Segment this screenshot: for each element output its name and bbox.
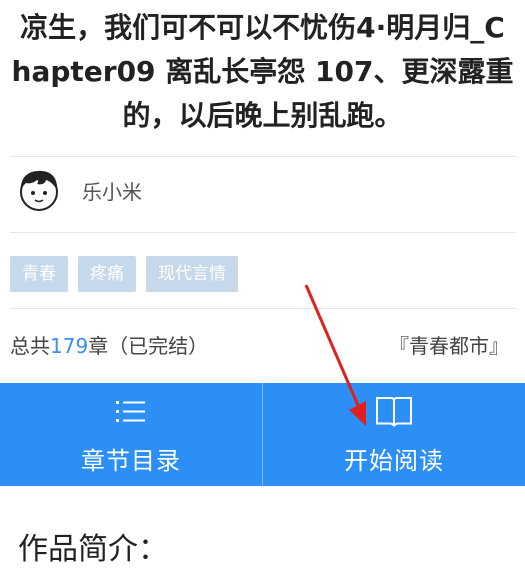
book-title-line-3: 的，以后晚上别乱跑。 bbox=[122, 99, 403, 132]
book-meta-row: 总共179章（已完结） 『青春都市』 bbox=[10, 330, 509, 370]
divider bbox=[10, 232, 515, 233]
boy-avatar-icon bbox=[20, 170, 58, 211]
tag-item[interactable]: 现代言情 bbox=[146, 256, 238, 292]
tag-list: 青春 疼痛 现代言情 bbox=[10, 256, 238, 292]
chapter-count-suffix: 章（已完结） bbox=[88, 334, 209, 358]
book-title-line-1: 凉生，我们可不可以不忧伤4·明月归_C bbox=[20, 11, 505, 44]
book-title: 凉生，我们可不可以不忧伤4·明月归_C hapter09 离乱长亭怨 107、更… bbox=[0, 0, 525, 136]
author-name[interactable]: 乐小米 bbox=[82, 176, 142, 205]
table-of-contents-button[interactable]: 章节目录 bbox=[0, 383, 262, 486]
divider bbox=[10, 308, 515, 309]
list-icon bbox=[114, 395, 148, 429]
start-reading-button[interactable]: 开始阅读 bbox=[262, 383, 525, 486]
author-row[interactable]: 乐小米 bbox=[0, 156, 525, 230]
book-title-line-2: hapter09 离乱长亭怨 107、更深露重 bbox=[11, 55, 514, 88]
action-bar: 章节目录 开始阅读 bbox=[0, 383, 525, 486]
tag-item[interactable]: 疼痛 bbox=[78, 256, 136, 292]
start-reading-label: 开始阅读 bbox=[344, 447, 444, 475]
table-of-contents-label: 章节目录 bbox=[81, 447, 181, 475]
open-book-icon bbox=[374, 395, 414, 429]
category-label[interactable]: 『青春都市』 bbox=[389, 330, 509, 359]
synopsis-heading: 作品简介： bbox=[18, 532, 168, 567]
tag-item[interactable]: 青春 bbox=[10, 256, 68, 292]
chapter-count-info: 总共179章（已完结） bbox=[10, 330, 208, 359]
chapter-count: 179 bbox=[50, 334, 89, 358]
chapter-count-prefix: 总共 bbox=[10, 334, 50, 358]
